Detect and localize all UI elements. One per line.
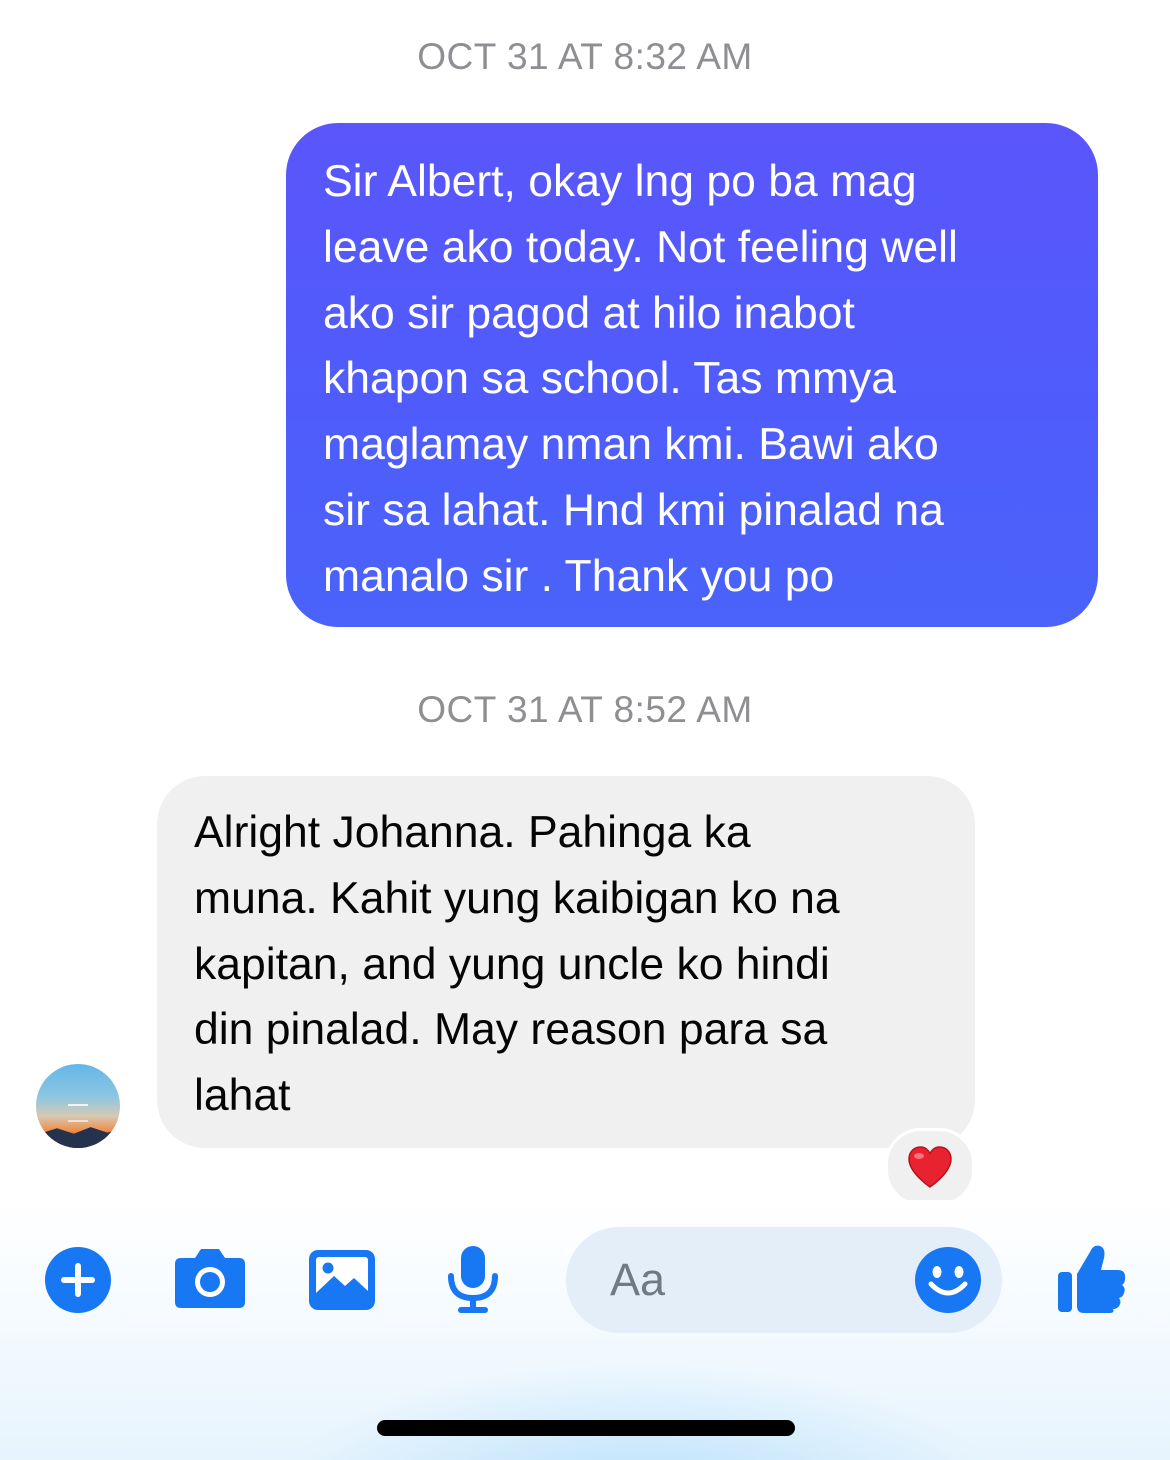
message-line: Alright Johanna. Pahinga ka bbox=[194, 808, 751, 857]
heart-reaction[interactable] bbox=[885, 1128, 975, 1206]
message-line: ako sir pagod at hilo inabot bbox=[323, 288, 855, 338]
thumbs-up-icon[interactable] bbox=[1056, 1240, 1128, 1314]
message-line: manalo sir . Thank you po bbox=[323, 551, 835, 601]
image-icon[interactable] bbox=[307, 1248, 377, 1312]
microphone-icon[interactable] bbox=[444, 1244, 502, 1316]
heart-icon bbox=[908, 1146, 952, 1188]
emoji-icon[interactable] bbox=[914, 1246, 982, 1314]
timestamp: OCT 31 AT 8:32 AM bbox=[417, 36, 753, 77]
chat-screen: OCT 31 AT 8:32 AM Sir Albert, okay lng p… bbox=[0, 0, 1170, 1460]
message-line: sir sa lahat. Hnd kmi pinalad na bbox=[323, 485, 944, 535]
message-line: muna. Kahit yung kaibigan ko na bbox=[194, 873, 840, 923]
home-indicator bbox=[377, 1420, 795, 1436]
message-line: Sir Albert, okay lng po ba mag bbox=[323, 157, 917, 206]
outgoing-message-bubble[interactable]: Sir Albert, okay lng po ba mag leave ako… bbox=[286, 123, 1098, 627]
timestamp: OCT 31 AT 8:52 AM bbox=[417, 689, 753, 730]
message-input-placeholder: Aa bbox=[610, 1254, 666, 1305]
avatar[interactable] bbox=[36, 1064, 120, 1148]
message-line: kapitan, and yung uncle ko hindi bbox=[194, 939, 830, 989]
avatar-watermark bbox=[68, 1104, 88, 1122]
message-line: leave ako today. Not feeling well bbox=[323, 222, 958, 272]
avatar-landscape bbox=[36, 1127, 120, 1148]
message-line: khapon sa school. Tas mmya bbox=[323, 354, 897, 404]
message-line: din pinalad. May reason para sa bbox=[194, 1005, 828, 1055]
camera-icon[interactable] bbox=[173, 1246, 247, 1310]
plus-icon[interactable] bbox=[44, 1246, 112, 1314]
incoming-message-bubble[interactable]: Alright Johanna. Pahinga ka muna. Kahit … bbox=[157, 776, 975, 1148]
message-line: maglamay nman kmi. Bawi ako bbox=[323, 420, 939, 470]
message-line: lahat bbox=[194, 1071, 291, 1121]
